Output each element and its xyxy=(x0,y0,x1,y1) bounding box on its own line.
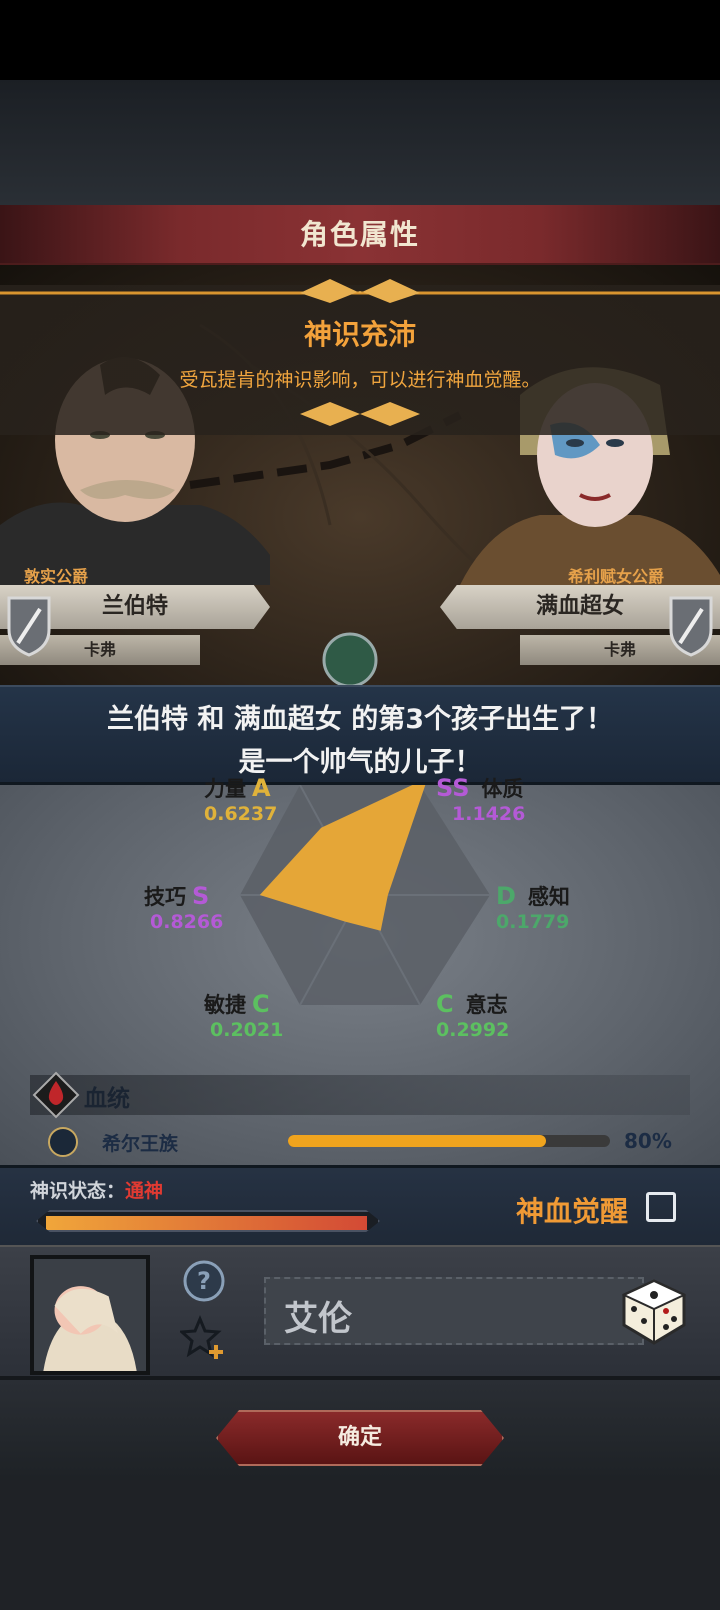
attributes-panel: 力量 A 0.6237 SS 体质 1.1426 D 感知 0.1779 C 意志 0.… xyxy=(0,774,720,1165)
question-icon[interactable]: ? xyxy=(182,1259,226,1303)
bottom-background xyxy=(0,1480,720,1610)
stat-constitution: SS 体质 1.1426 xyxy=(436,774,526,825)
father-region: 卡弗 xyxy=(83,640,116,659)
stat-agility: 敏捷 C 0.2021 xyxy=(204,990,284,1041)
stat-value: 0.2021 xyxy=(210,1019,284,1041)
baby-portrait xyxy=(30,1255,150,1375)
star-plus-icon[interactable] xyxy=(180,1315,226,1361)
bloodline-name: 希尔王族 xyxy=(102,1133,179,1155)
stat-value: 0.2992 xyxy=(436,1019,510,1041)
skull-emblem-icon xyxy=(48,1127,78,1157)
stat-value: 0.6237 xyxy=(204,803,278,825)
page-title: 角色属性 xyxy=(299,218,420,251)
stat-skill: 技巧 S 0.8266 xyxy=(144,882,224,933)
mother-shield-icon xyxy=(669,596,713,657)
confirm-button[interactable]: 确定 xyxy=(216,1410,504,1466)
attribute-radar-chart xyxy=(240,785,490,1006)
stat-grade: SS xyxy=(436,774,470,802)
bloodline-progress-fill xyxy=(288,1135,546,1147)
banner-ornament-bottom xyxy=(300,402,420,426)
birth-message-line-1: 兰伯特 和 满血超女 的第3个孩子出生了！ xyxy=(107,704,613,735)
mother-region: 卡弗 xyxy=(603,640,636,659)
parents-scene: 神识充沛 受瓦提肯的神识影响，可以进行神血觉醒。 敦实公爵 兰伯特 卡弗 希利赋… xyxy=(0,265,720,685)
character-attributes-header: 角色属性 xyxy=(0,205,720,265)
stat-grade: S xyxy=(192,882,210,910)
divine-status-value: 通神 xyxy=(125,1180,164,1202)
stat-grade: D xyxy=(496,882,516,910)
stat-value: 1.1426 xyxy=(452,803,526,825)
banner-subtitle: 受瓦提肯的神识影响，可以进行神血觉醒。 xyxy=(179,369,541,391)
stat-grade: C xyxy=(252,990,270,1018)
stat-grade: C xyxy=(436,990,454,1018)
mother-name: 满血超女 xyxy=(535,594,624,619)
father-shield-icon xyxy=(7,596,51,657)
baby-name-input[interactable]: 艾伦 xyxy=(264,1277,644,1345)
banner-ornament-top xyxy=(0,279,720,303)
blood-drop-icon xyxy=(32,1071,80,1119)
father-title: 敦实公爵 xyxy=(24,567,89,586)
divine-awaken-label: 神血觉醒 xyxy=(516,1195,629,1228)
father-name: 兰伯特 xyxy=(101,594,168,619)
birth-message-line-2: 是一个帅气的儿子！ xyxy=(238,747,482,778)
bloodline-progress-bar xyxy=(288,1135,610,1147)
baby-name-value: 艾伦 xyxy=(284,1299,352,1339)
banner-title: 神识充沛 xyxy=(303,318,416,351)
bloodline-label: 血统 xyxy=(84,1086,130,1112)
bloodline-row: 希尔王族 80% xyxy=(48,1127,698,1157)
dice-icon[interactable] xyxy=(614,1273,690,1349)
bloodline-percent: 80% xyxy=(624,1129,672,1153)
footer: 确定 xyxy=(0,1380,720,1480)
stat-value: 0.8266 xyxy=(150,911,224,933)
stat-will: C 意志 0.2992 xyxy=(436,990,510,1041)
baby-naming-panel: ? 艾伦 xyxy=(0,1245,720,1380)
divine-status-label: 神识状态：通神 xyxy=(30,1180,164,1202)
divine-status-panel: 神识状态：通神 神血觉醒 xyxy=(0,1165,720,1245)
mother-title: 希利赋女公爵 xyxy=(568,567,665,586)
stat-strength: 力量 A 0.6237 xyxy=(204,774,278,825)
divine-status-gauge xyxy=(36,1210,380,1232)
divine-status-gauge-fill xyxy=(46,1216,368,1230)
divine-awaken-checkbox[interactable] xyxy=(646,1192,676,1222)
birth-message: 兰伯特 和 满血超女 的第3个孩子出生了！ 是一个帅气的儿子！ xyxy=(0,685,720,785)
stat-value: 0.1779 xyxy=(496,911,570,933)
svg-text:?: ? xyxy=(197,1267,211,1295)
top-black-band xyxy=(0,0,720,80)
background-strip xyxy=(0,80,720,205)
bloodline-header: 血统 xyxy=(30,1071,690,1119)
stat-perception: D 感知 0.1779 xyxy=(496,882,570,933)
stat-grade: A xyxy=(252,774,271,802)
